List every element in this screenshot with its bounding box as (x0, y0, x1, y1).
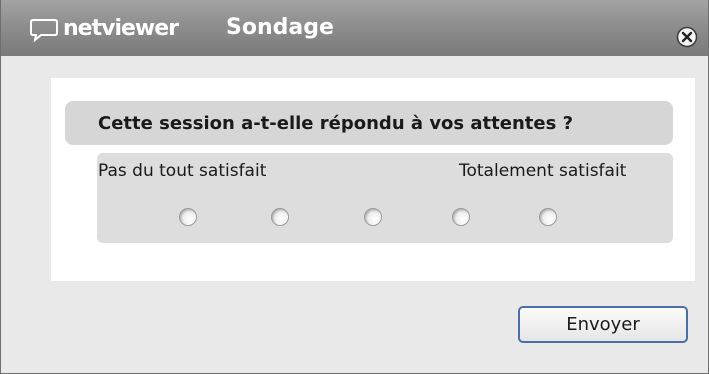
survey-question: Cette session a-t-elle répondu à vos att… (98, 113, 574, 134)
send-button[interactable]: Envoyer (518, 306, 688, 343)
scale-max-label: Totalement satisfait (459, 161, 627, 181)
rating-radio-2[interactable] (271, 208, 289, 226)
scale-min-label: Pas du tout satisfait (98, 161, 267, 181)
window-title: Sondage (226, 15, 334, 40)
brand-logo-text: netviewer (63, 16, 179, 41)
survey-window: netviewer Sondage Cette session a-t-elle… (0, 0, 709, 374)
close-icon[interactable] (676, 26, 698, 48)
rating-radio-5[interactable] (539, 208, 557, 226)
speech-bubble-icon (30, 19, 58, 42)
rating-radio-1[interactable] (179, 208, 197, 226)
rating-radio-4[interactable] (452, 208, 470, 226)
rating-radio-3[interactable] (364, 208, 382, 226)
